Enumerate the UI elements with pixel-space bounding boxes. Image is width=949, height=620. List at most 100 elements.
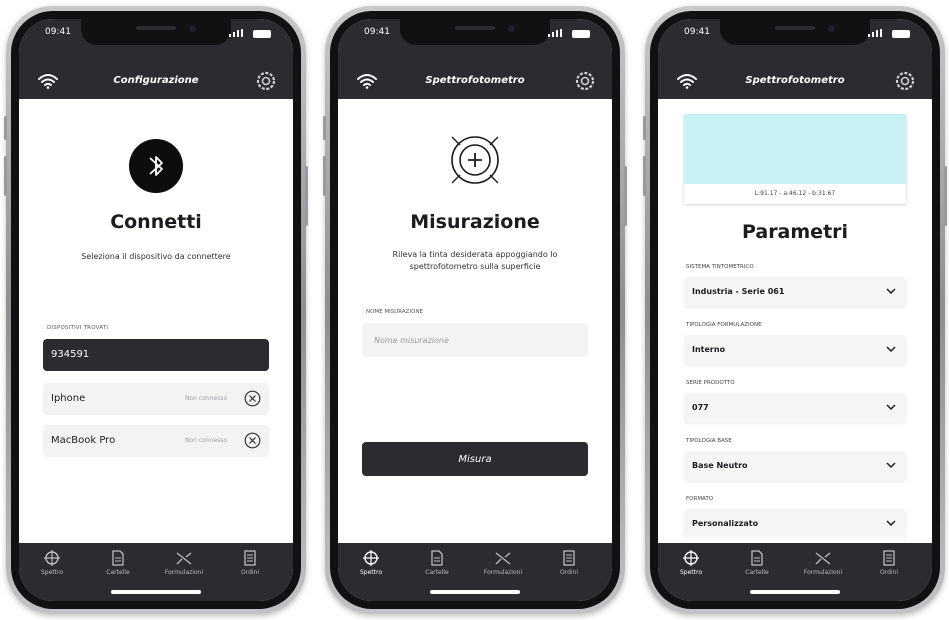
device-row[interactable]: Iphone Non connesso [43, 383, 269, 415]
content: L:91.17 - a:46.12 - b:31.67 Parametri SI… [658, 99, 932, 543]
list-icon [244, 550, 256, 566]
chevron-down-icon [886, 520, 896, 527]
tab-cartelle[interactable]: Cartelle [88, 549, 148, 576]
tab-formulazioni[interactable]: Formulazioni [793, 549, 853, 576]
select-value: Interno [692, 345, 726, 354]
list-icon [883, 550, 895, 566]
target-plus-icon [451, 136, 499, 184]
select-tipologia-base[interactable]: Base Neutro [684, 451, 906, 481]
param-label: SERIE PRODOTTO [686, 380, 735, 386]
select-value: Personalizzato [692, 519, 759, 528]
chevron-down-icon [886, 288, 896, 295]
document-icon [431, 550, 443, 566]
battery-icon [572, 30, 590, 38]
tab-label: Spettro [359, 569, 383, 576]
top-bar: 09:41 Spettrofotometro [338, 19, 612, 99]
device-state: Non connesso [184, 437, 227, 444]
param-label: FORMATO [686, 496, 714, 502]
battery-icon [892, 30, 910, 38]
select-sistema-tintometrico[interactable]: Industria - Serie 061 [684, 277, 906, 307]
select-serie-prodotto[interactable]: 077 [684, 393, 906, 423]
side-button [643, 156, 646, 196]
select-value: Base Neutro [692, 461, 748, 470]
chevron-down-icon [886, 404, 896, 411]
measure-button[interactable]: Misura [362, 442, 588, 476]
shuffle-icon [176, 552, 192, 565]
tab-label: Ordini [240, 569, 260, 576]
wifi-icon[interactable] [676, 73, 698, 89]
phone-connetti: 09:41 Configurazione Connetti Seleziona … [4, 6, 308, 614]
page-title: Parametri [741, 221, 849, 243]
tab-ordini[interactable]: Ordini [220, 549, 280, 576]
phone-misurazione: 09:41 Spettrofotometro Misurazione Rilev… [323, 6, 627, 614]
tab-label: Formulazioni [483, 569, 523, 576]
list-icon [563, 550, 575, 566]
wifi-icon[interactable] [356, 73, 378, 89]
device-name: Iphone [51, 393, 86, 404]
tab-spettro[interactable]: Spettro [341, 549, 401, 576]
tab-bar: Spettro Cartelle Formulazioni Ordini [19, 543, 293, 601]
gear-icon[interactable] [574, 70, 596, 92]
tab-spettro[interactable]: Spettro [661, 549, 721, 576]
bluetooth-icon [129, 139, 183, 193]
home-indicator[interactable] [111, 590, 201, 594]
tab-label: Spettro [679, 569, 703, 576]
tab-formulazioni[interactable]: Formulazioni [154, 549, 214, 576]
select-tipologia-formulazione[interactable]: Interno [684, 335, 906, 365]
page-subtitle: Seleziona il dispositivo da connettere [81, 252, 231, 261]
gear-icon[interactable] [894, 70, 916, 92]
document-icon [751, 550, 763, 566]
scroll-fade [658, 533, 932, 543]
measurement-name-input[interactable] [362, 323, 588, 357]
devices-label: DISPOSITIVI TROVATI [47, 325, 109, 331]
side-button [323, 116, 326, 140]
tab-spettro[interactable]: Spettro [22, 549, 82, 576]
home-indicator[interactable] [750, 590, 840, 594]
content: Connetti Seleziona il dispositivo da con… [19, 99, 293, 543]
side-button [624, 166, 627, 226]
tab-bar: Spettro Cartelle Formulazioni Ordini [658, 543, 932, 601]
header-title: Spettrofotometro [745, 75, 845, 86]
header-title: Configurazione [113, 75, 199, 86]
side-button [944, 166, 947, 226]
document-icon [112, 550, 124, 566]
gear-icon[interactable] [255, 70, 277, 92]
crosshair-icon [44, 550, 60, 566]
notch [81, 19, 231, 45]
side-button [4, 156, 7, 196]
top-bar: 09:41 Configurazione [19, 19, 293, 99]
field-label: NOME MISURAZIONE [366, 309, 423, 315]
tab-ordini[interactable]: Ordini [539, 549, 599, 576]
screen: 09:41 Configurazione Connetti Seleziona … [19, 19, 293, 601]
side-button [4, 116, 7, 140]
chevron-down-icon [886, 462, 896, 469]
page-title: Connetti [110, 211, 202, 233]
device-selected[interactable]: 934591 [43, 339, 269, 371]
side-button [323, 156, 326, 196]
color-swatch [684, 114, 906, 184]
param-label: TIPOLOGIA FORMULAZIONE [686, 322, 762, 328]
home-indicator[interactable] [430, 590, 520, 594]
shuffle-icon [815, 552, 831, 565]
page-title: Misurazione [410, 211, 540, 233]
tab-cartelle[interactable]: Cartelle [407, 549, 467, 576]
content: Misurazione Rileva la tinta desiderata a… [338, 99, 612, 543]
chevron-down-icon [886, 346, 896, 353]
tab-formulazioni[interactable]: Formulazioni [473, 549, 533, 576]
device-row[interactable]: MacBook Pro Non connesso [43, 425, 269, 457]
wifi-icon[interactable] [37, 73, 59, 89]
page-subtitle: Rileva la tinta desiderata appoggiando l… [392, 250, 558, 271]
notch [720, 19, 870, 45]
param-label: SISTEMA TINTOMETRICO [686, 264, 754, 270]
shuffle-icon [495, 552, 511, 565]
close-icon[interactable] [244, 390, 261, 407]
tab-label: Formulazioni [164, 569, 204, 576]
close-icon[interactable] [244, 432, 261, 449]
status-time: 09:41 [45, 27, 71, 37]
status-time: 09:41 [684, 27, 710, 37]
tab-ordini[interactable]: Ordini [859, 549, 919, 576]
tab-label: Cartelle [745, 569, 769, 576]
phone-parametri: 09:41 Spettrofotometro L:91.17 - a:46.12 [643, 6, 947, 614]
tab-cartelle[interactable]: Cartelle [727, 549, 787, 576]
tab-label: Formulazioni [803, 569, 843, 576]
